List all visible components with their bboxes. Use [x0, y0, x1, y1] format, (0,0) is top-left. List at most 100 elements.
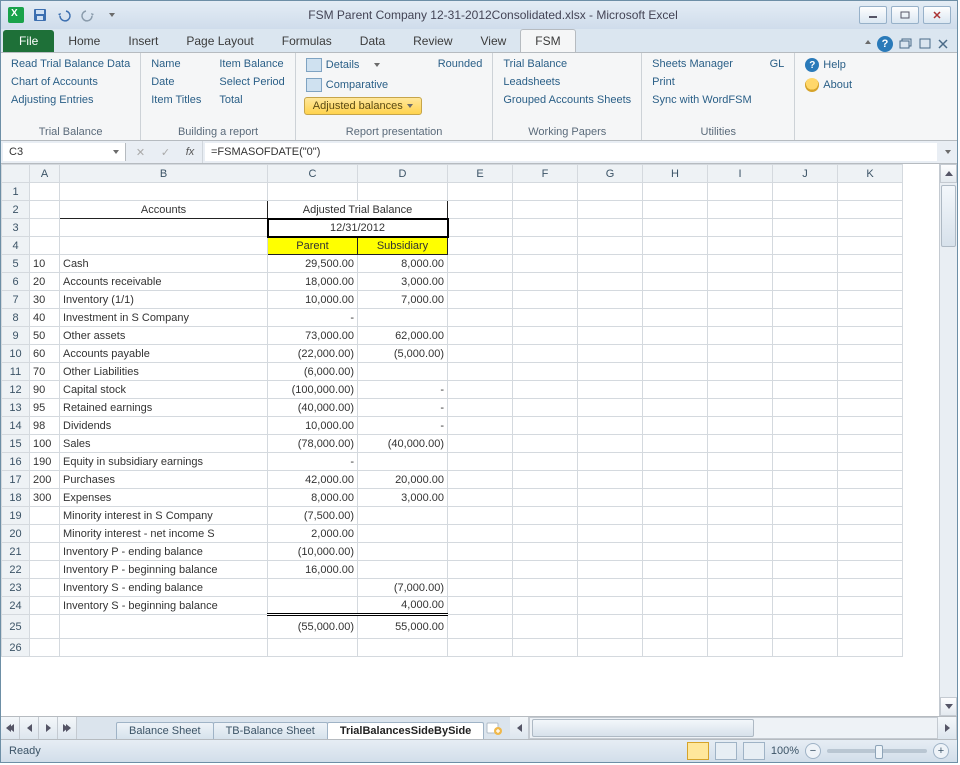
row-header[interactable]: 24	[2, 597, 30, 615]
cell[interactable]: -	[358, 417, 448, 435]
sheet-nav-prev[interactable]	[20, 717, 39, 739]
cell[interactable]	[838, 219, 903, 237]
cell[interactable]: 20,000.00	[358, 471, 448, 489]
cell[interactable]	[448, 561, 513, 579]
cell[interactable]: -	[358, 381, 448, 399]
cell[interactable]	[838, 489, 903, 507]
item-titles[interactable]: Item Titles	[149, 93, 203, 107]
cell[interactable]	[448, 201, 513, 219]
cell[interactable]	[643, 489, 708, 507]
cell[interactable]	[643, 255, 708, 273]
cell[interactable]	[448, 273, 513, 291]
cell[interactable]	[578, 291, 643, 309]
cell[interactable]: 50	[30, 327, 60, 345]
cell[interactable]	[838, 579, 903, 597]
scroll-up-button[interactable]	[940, 164, 957, 183]
cell[interactable]: 3,000.00	[358, 489, 448, 507]
cell[interactable]	[513, 399, 578, 417]
cell[interactable]	[773, 309, 838, 327]
cell[interactable]	[708, 291, 773, 309]
cell[interactable]: (7,500.00)	[268, 507, 358, 525]
sheets-manager[interactable]: Sheets Manager	[650, 57, 753, 71]
cell[interactable]: Adjusted Trial Balance	[268, 201, 448, 219]
cell[interactable]	[643, 399, 708, 417]
cell[interactable]	[773, 255, 838, 273]
row-header[interactable]: 6	[2, 273, 30, 291]
select-period[interactable]: Select Period	[217, 75, 286, 89]
cell[interactable]	[358, 183, 448, 201]
cell[interactable]	[448, 525, 513, 543]
cell[interactable]	[513, 543, 578, 561]
cell[interactable]	[838, 363, 903, 381]
leadsheets[interactable]: Leadsheets	[501, 75, 633, 89]
normal-view-button[interactable]	[687, 742, 709, 760]
cell[interactable]: 98	[30, 417, 60, 435]
scroll-right-button[interactable]	[938, 717, 957, 739]
cell[interactable]	[838, 309, 903, 327]
cell[interactable]	[578, 453, 643, 471]
cell[interactable]	[578, 345, 643, 363]
cell[interactable]	[643, 561, 708, 579]
col-header-A[interactable]: A	[30, 165, 60, 183]
row-header[interactable]: 16	[2, 453, 30, 471]
col-header-I[interactable]: I	[708, 165, 773, 183]
cell[interactable]	[578, 435, 643, 453]
cell[interactable]	[268, 639, 358, 657]
mdi-min-icon[interactable]	[919, 38, 931, 50]
cell[interactable]	[773, 543, 838, 561]
row-header[interactable]: 5	[2, 255, 30, 273]
row-header[interactable]: 15	[2, 435, 30, 453]
cell[interactable]	[358, 507, 448, 525]
cell[interactable]	[708, 471, 773, 489]
cell[interactable]	[578, 471, 643, 489]
cell[interactable]	[30, 183, 60, 201]
cell[interactable]: Minority interest - net income S	[60, 525, 268, 543]
cell[interactable]	[30, 525, 60, 543]
zoom-in-button[interactable]: +	[933, 743, 949, 759]
cell[interactable]	[513, 453, 578, 471]
cell[interactable]	[838, 255, 903, 273]
cell[interactable]	[643, 579, 708, 597]
cell[interactable]	[643, 309, 708, 327]
qat-customize[interactable]	[101, 4, 123, 26]
adjusted-balances-button[interactable]: Adjusted balances	[304, 97, 422, 115]
cell[interactable]	[708, 183, 773, 201]
cell[interactable]	[708, 381, 773, 399]
cell[interactable]: Retained earnings	[60, 399, 268, 417]
cell[interactable]	[513, 219, 578, 237]
cell[interactable]: Parent	[268, 237, 358, 255]
cell[interactable]	[773, 561, 838, 579]
row-header[interactable]: 22	[2, 561, 30, 579]
tab-formulas[interactable]: Formulas	[268, 30, 346, 52]
zoom-slider[interactable]	[827, 749, 927, 753]
cell[interactable]	[513, 327, 578, 345]
undo-button[interactable]	[53, 4, 75, 26]
cell[interactable]: 29,500.00	[268, 255, 358, 273]
cell[interactable]	[448, 417, 513, 435]
cell[interactable]	[268, 183, 358, 201]
cell[interactable]	[513, 489, 578, 507]
cell[interactable]	[513, 309, 578, 327]
col-header-C[interactable]: C	[268, 165, 358, 183]
cell[interactable]	[773, 291, 838, 309]
cell[interactable]	[838, 435, 903, 453]
help-icon[interactable]: ?	[877, 36, 893, 52]
cell[interactable]: 55,000.00	[358, 615, 448, 639]
gl-button[interactable]: GL	[768, 57, 787, 71]
cell[interactable]	[708, 273, 773, 291]
cell[interactable]	[578, 201, 643, 219]
cell[interactable]	[773, 399, 838, 417]
cell[interactable]	[643, 543, 708, 561]
row-header[interactable]: 3	[2, 219, 30, 237]
row-header[interactable]: 1	[2, 183, 30, 201]
sheet-nav-first[interactable]	[1, 717, 20, 739]
cell[interactable]: 12/31/2012	[268, 219, 448, 237]
cell[interactable]	[643, 381, 708, 399]
cell[interactable]: Cash	[60, 255, 268, 273]
cell[interactable]: (6,000.00)	[268, 363, 358, 381]
cell[interactable]	[773, 507, 838, 525]
cell[interactable]	[578, 639, 643, 657]
cell[interactable]	[448, 183, 513, 201]
formula-input[interactable]: =FSMASOFDATE("0")	[205, 143, 937, 161]
cell[interactable]	[448, 507, 513, 525]
